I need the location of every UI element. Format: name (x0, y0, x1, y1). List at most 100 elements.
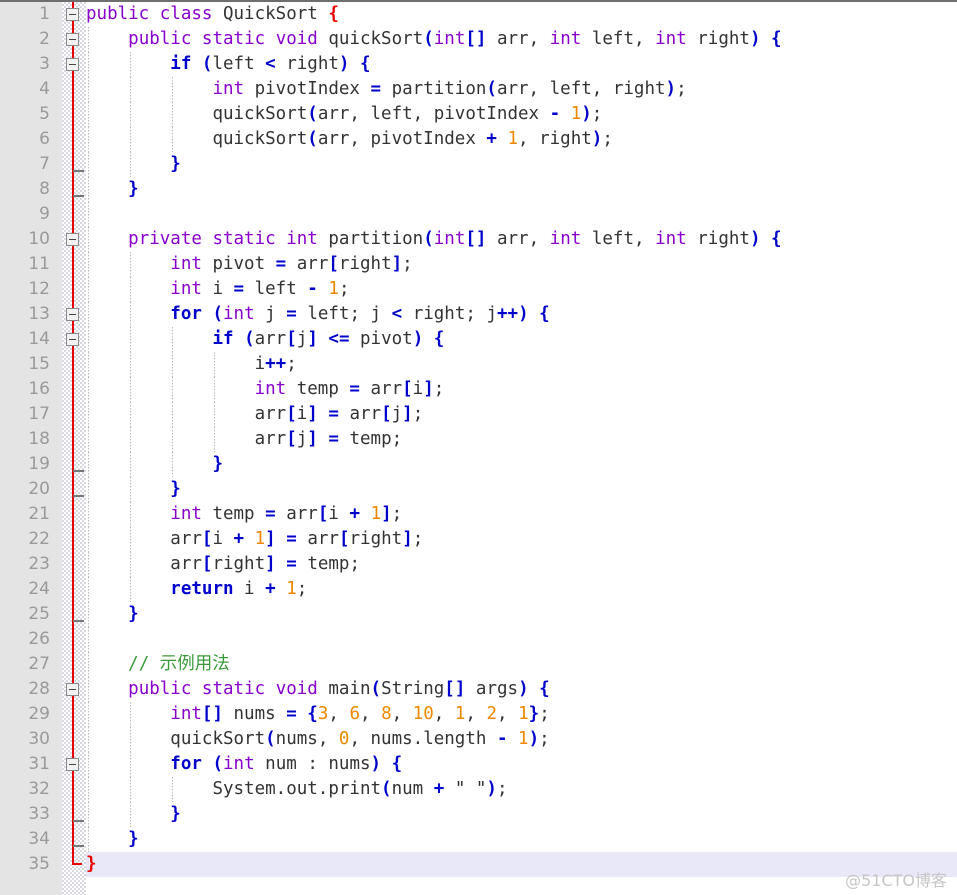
fold-collapse-icon[interactable] (66, 233, 79, 246)
code-line[interactable]: 22 arr[i + 1] = arr[right]; (0, 527, 957, 552)
code-text[interactable]: if (arr[j] <= pivot) { (86, 327, 444, 352)
code-line[interactable]: 29 int[] nums = {3, 6, 8, 10, 1, 2, 1}; (0, 702, 957, 727)
code-token-id (539, 29, 550, 49)
code-token-id (234, 329, 245, 349)
fold-collapse-icon[interactable] (66, 33, 79, 46)
code-text[interactable]: // 示例用法 (86, 652, 230, 677)
code-text[interactable]: return i + 1; (86, 577, 307, 602)
code-token-id (318, 329, 329, 349)
code-text[interactable]: int pivotIndex = partition(arr, left, ri… (86, 77, 686, 102)
code-line[interactable]: 33 } (0, 802, 957, 827)
code-token-kw: static (212, 229, 287, 249)
code-text[interactable]: int temp = arr[i + 1]; (86, 502, 402, 527)
fold-collapse-icon[interactable] (66, 758, 79, 771)
fold-region-line (72, 777, 74, 802)
code-text[interactable]: quickSort(arr, left, pivotIndex - 1); (86, 102, 602, 127)
code-line[interactable]: 5 quickSort(arr, left, pivotIndex - 1); (0, 102, 957, 127)
code-text[interactable]: int[] nums = {3, 6, 8, 10, 1, 2, 1}; (86, 702, 549, 727)
code-token-brk: ] (265, 529, 276, 549)
code-text[interactable]: arr[j] = temp; (86, 427, 403, 452)
code-text[interactable]: int temp = arr[i]; (86, 377, 445, 402)
code-line[interactable]: 23 arr[right] = temp; (0, 552, 957, 577)
code-token-id: nums (317, 754, 371, 774)
fold-region-line (72, 202, 74, 227)
code-text[interactable]: } (86, 602, 139, 627)
code-text[interactable]: arr[i + 1] = arr[right]; (86, 527, 423, 552)
code-line[interactable]: 20 } (0, 477, 957, 502)
code-line[interactable]: 26 (0, 627, 957, 652)
code-text[interactable]: private static int partition(int[] arr, … (86, 227, 781, 252)
code-line[interactable]: 24 return i + 1; (0, 577, 957, 602)
code-text[interactable]: public class QuickSort { (86, 2, 339, 27)
code-line[interactable]: 1 public class QuickSort { (0, 2, 957, 27)
code-token-op: - (307, 279, 318, 299)
code-line[interactable]: 18 arr[j] = temp; (0, 427, 957, 452)
code-line[interactable]: 28 public static void main(String[] args… (0, 677, 957, 702)
code-text[interactable]: System.out.print(num + " "); (86, 777, 507, 802)
code-text[interactable]: } (86, 177, 139, 202)
code-line[interactable]: 11 int pivot = arr[right]; (0, 252, 957, 277)
code-text[interactable]: for (int j = left; j < right; j++) { (86, 302, 549, 327)
code-line[interactable]: 12 int i = left - 1; (0, 277, 957, 302)
code-token-cmt: // 示例用法 (128, 654, 230, 674)
code-token-kw: class (159, 4, 223, 24)
code-text[interactable]: i++; (86, 352, 297, 377)
line-number: 16 (28, 379, 50, 399)
code-token-id: i (212, 279, 234, 299)
code-text[interactable]: arr[i] = arr[j]; (86, 402, 424, 427)
code-line[interactable]: 4 int pivotIndex = partition(arr, left, … (0, 77, 957, 102)
code-text[interactable]: } (86, 452, 223, 477)
code-line[interactable]: 17 arr[i] = arr[j]; (0, 402, 957, 427)
code-line[interactable]: 32 System.out.print(num + " "); (0, 777, 957, 802)
code-line[interactable]: 9 (0, 202, 957, 227)
code-token-id (276, 554, 287, 574)
code-line[interactable]: 21 int temp = arr[i + 1]; (0, 502, 957, 527)
code-token-id (318, 279, 329, 299)
code-line[interactable]: 6 quickSort(arr, pivotIndex + 1, right); (0, 127, 957, 152)
code-text[interactable]: for (int num : nums) { (86, 752, 402, 777)
code-token-id (86, 129, 212, 149)
code-text[interactable]: } (86, 852, 97, 877)
code-line[interactable]: 27 // 示例用法 (0, 652, 957, 677)
code-text[interactable]: int pivot = arr[right]; (86, 252, 412, 277)
code-line[interactable]: 30 quickSort(nums, 0, nums.length - 1); (0, 727, 957, 752)
code-text[interactable]: public static void quickSort(int[] arr, … (86, 27, 781, 52)
code-line[interactable]: 7 } (0, 152, 957, 177)
code-token-id: arr (486, 29, 529, 49)
code-text[interactable]: } (86, 152, 181, 177)
code-text[interactable]: } (86, 802, 181, 827)
code-line[interactable]: 25 } (0, 602, 957, 627)
code-line[interactable]: 2 public static void quickSort(int[] arr… (0, 27, 957, 52)
code-line[interactable]: 10 private static int partition(int[] ar… (0, 227, 957, 252)
code-token-id (86, 554, 170, 574)
code-line[interactable]: 3 if (left < right) { (0, 52, 957, 77)
code-text[interactable]: int i = left - 1; (86, 277, 349, 302)
code-line[interactable]: 34 } (0, 827, 957, 852)
code-line[interactable]: 19 } (0, 452, 957, 477)
code-line[interactable]: 15 i++; (0, 352, 957, 377)
code-line[interactable]: 14 if (arr[j] <= pivot) { (0, 327, 957, 352)
code-line[interactable]: 13 for (int j = left; j < right; j++) { (0, 302, 957, 327)
code-token-id: : (307, 754, 318, 774)
fold-collapse-icon[interactable] (66, 58, 79, 71)
code-line[interactable]: 31 for (int num : nums) { (0, 752, 957, 777)
code-text[interactable]: arr[right] = temp; (86, 552, 360, 577)
code-text[interactable]: } (86, 477, 181, 502)
fold-collapse-icon[interactable] (66, 8, 79, 21)
code-text[interactable]: public static void main(String[] args) { (86, 677, 550, 702)
fold-collapse-icon[interactable] (66, 308, 79, 321)
code-editor[interactable]: 1 public class QuickSort {2 public static… (0, 0, 957, 895)
code-token-id: , (433, 704, 455, 724)
code-text[interactable]: quickSort(arr, pivotIndex + 1, right); (86, 127, 612, 152)
code-line[interactable]: 16 int temp = arr[i]; (0, 377, 957, 402)
code-text[interactable]: quickSort(nums, 0, nums.length - 1); (86, 727, 549, 752)
code-text[interactable]: } (86, 827, 139, 852)
code-token-id: arr (170, 554, 202, 574)
fold-collapse-icon[interactable] (66, 683, 79, 696)
code-text[interactable]: if (left < right) { (86, 52, 370, 77)
code-token-id (86, 754, 170, 774)
fold-collapse-icon[interactable] (66, 333, 79, 346)
code-line[interactable]: 35} (0, 852, 957, 877)
code-line[interactable]: 8 } (0, 177, 957, 202)
fold-region-line (72, 102, 74, 127)
